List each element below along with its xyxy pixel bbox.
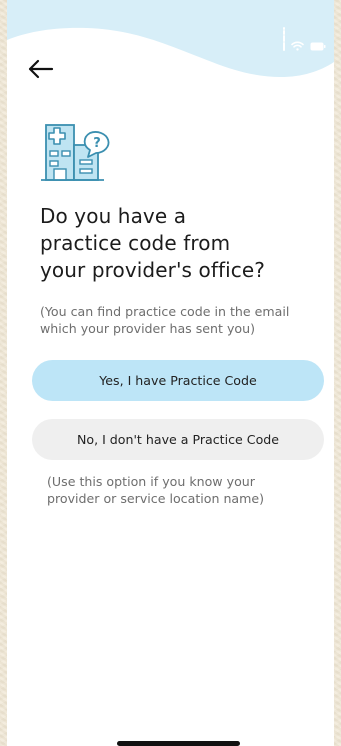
no-practice-code-button[interactable]: No, I don't have a Practice Code bbox=[32, 419, 324, 460]
wifi-icon bbox=[291, 41, 304, 51]
no-option-hint: (Use this option if you know your provid… bbox=[47, 473, 317, 507]
hint-line: (Use this option if you know your bbox=[47, 474, 255, 489]
hint-line: provider or service location name) bbox=[47, 491, 265, 506]
back-button[interactable] bbox=[27, 58, 55, 80]
yes-practice-code-button[interactable]: Yes, I have Practice Code bbox=[32, 360, 324, 401]
cellular-signal-icon bbox=[283, 27, 285, 51]
subtitle-line: which your provider has sent you) bbox=[40, 321, 256, 336]
no-button-label: No, I don't have a Practice Code bbox=[76, 432, 280, 447]
app-screen: ? Do you have a practice code from your … bbox=[7, 0, 334, 746]
hospital-question-icon: ? bbox=[41, 124, 110, 181]
home-indicator[interactable] bbox=[117, 741, 240, 746]
yes-button-label: Yes, I have Practice Code bbox=[99, 373, 257, 388]
title-line: your provider's office? bbox=[40, 258, 266, 282]
battery-icon bbox=[310, 42, 326, 51]
subtitle-line: (You can find practice code in the email bbox=[40, 304, 290, 319]
arrow-left-icon bbox=[28, 59, 54, 79]
question-mark: ? bbox=[93, 136, 101, 151]
status-bar bbox=[283, 27, 326, 51]
title-line: Do you have a bbox=[40, 204, 187, 228]
page-subtitle: (You can find practice code in the email… bbox=[40, 303, 330, 337]
page-title: Do you have a practice code from your pr… bbox=[40, 203, 325, 284]
title-line: practice code from bbox=[40, 231, 231, 255]
